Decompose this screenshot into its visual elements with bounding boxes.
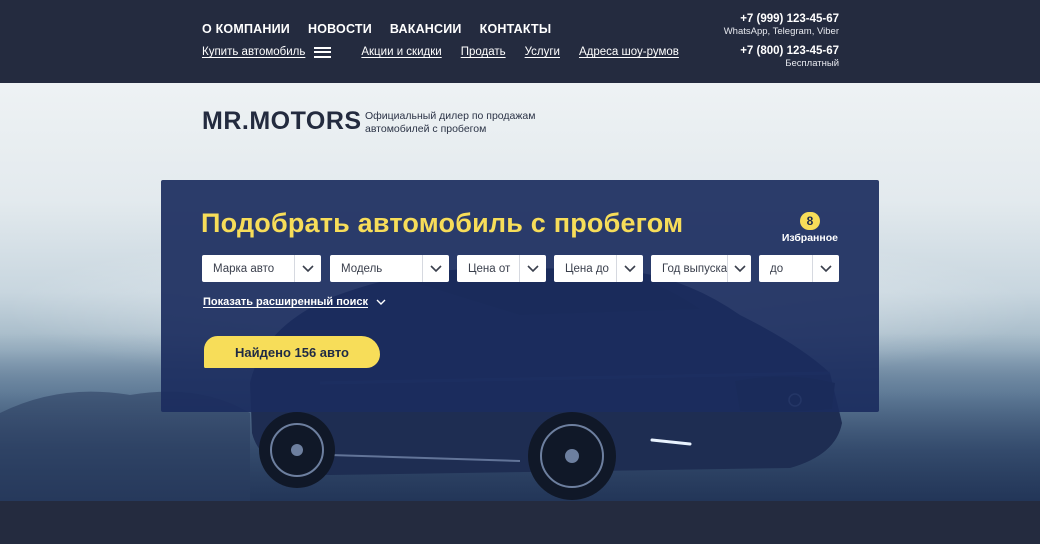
buy-car-link[interactable]: Купить автомобиль	[202, 46, 305, 58]
bottom-strip	[0, 501, 1040, 544]
top-header: О КОМПАНИИ НОВОСТИ ВАКАНСИИ КОНТАКТЫ Куп…	[0, 0, 1040, 83]
phone-free[interactable]: +7 (800) 123-45-67	[724, 45, 839, 58]
search-panel: Подобрать автомобиль с пробегом 8 Избран…	[161, 180, 879, 412]
year-to-value: до	[770, 262, 784, 275]
main-nav: О КОМПАНИИ НОВОСТИ ВАКАНСИИ КОНТАКТЫ	[202, 22, 551, 36]
favorites-label[interactable]: Избранное	[782, 232, 838, 244]
tagline: Официальный дилер по продажам автомобиле…	[365, 110, 555, 136]
phone-free-note: Бесплатный	[785, 58, 839, 69]
chevron-down-icon	[294, 255, 321, 282]
chevron-down-icon	[727, 255, 751, 282]
favorites-count-badge[interactable]: 8	[799, 212, 821, 230]
phone-messengers-note: WhatsApp, Telegram, Viber	[723, 26, 839, 37]
model-select[interactable]: Модель	[330, 255, 449, 282]
favorites[interactable]: 8 Избранное	[782, 212, 838, 244]
advanced-search-link[interactable]: Показать расширенный поиск	[203, 296, 386, 308]
chevron-down-icon	[812, 255, 839, 282]
sub-nav-sell[interactable]: Продать	[461, 46, 506, 58]
nav-about[interactable]: О КОМПАНИИ	[202, 22, 290, 36]
brand-select[interactable]: Марка авто	[202, 255, 321, 282]
contact-block-1: +7 (999) 123-45-67 WhatsApp, Telegram, V…	[724, 13, 839, 37]
site-logo[interactable]: MR.MOTORS	[202, 107, 362, 136]
model-select-value: Модель	[341, 262, 383, 275]
sub-nav-showrooms[interactable]: Адреса шоу-румов	[579, 46, 679, 58]
price-from-select[interactable]: Цена от	[457, 255, 546, 282]
year-to-select[interactable]: до	[759, 255, 839, 282]
year-from-value: Год выпуска	[662, 262, 728, 275]
chevron-down-icon	[519, 255, 546, 282]
chevron-down-icon	[422, 255, 449, 282]
search-title: Подобрать автомобиль с пробегом	[201, 208, 684, 238]
nav-contacts[interactable]: КОНТАКТЫ	[480, 22, 552, 36]
contact-block-2: +7 (800) 123-45-67 Бесплатный	[724, 45, 839, 69]
chevron-down-icon	[376, 299, 386, 305]
nav-vacancies[interactable]: ВАКАНСИИ	[390, 22, 462, 36]
year-from-select[interactable]: Год выпуска	[651, 255, 751, 282]
brand-select-value: Марка авто	[213, 262, 275, 275]
price-to-value: Цена до	[565, 262, 609, 275]
contacts: +7 (999) 123-45-67 WhatsApp, Telegram, V…	[724, 13, 839, 69]
burger-menu-icon[interactable]	[314, 46, 332, 58]
found-cars-button[interactable]: Найдено 156 авто	[204, 336, 380, 368]
price-from-value: Цена от	[468, 262, 511, 275]
nav-news[interactable]: НОВОСТИ	[308, 22, 372, 36]
tagline-line-1: Официальный дилер по продажам	[365, 110, 536, 122]
advanced-search-label: Показать расширенный поиск	[203, 296, 368, 308]
price-to-select[interactable]: Цена до	[554, 255, 643, 282]
phone-messengers[interactable]: +7 (999) 123-45-67	[724, 13, 839, 26]
sub-nav: Купить автомобиль Акции и скидки Продать…	[202, 46, 679, 58]
sub-nav-promos[interactable]: Акции и скидки	[361, 46, 441, 58]
chevron-down-icon	[616, 255, 643, 282]
tagline-line-2: автомобилей с пробегом	[365, 123, 487, 135]
sub-nav-services[interactable]: Услуги	[525, 46, 560, 58]
